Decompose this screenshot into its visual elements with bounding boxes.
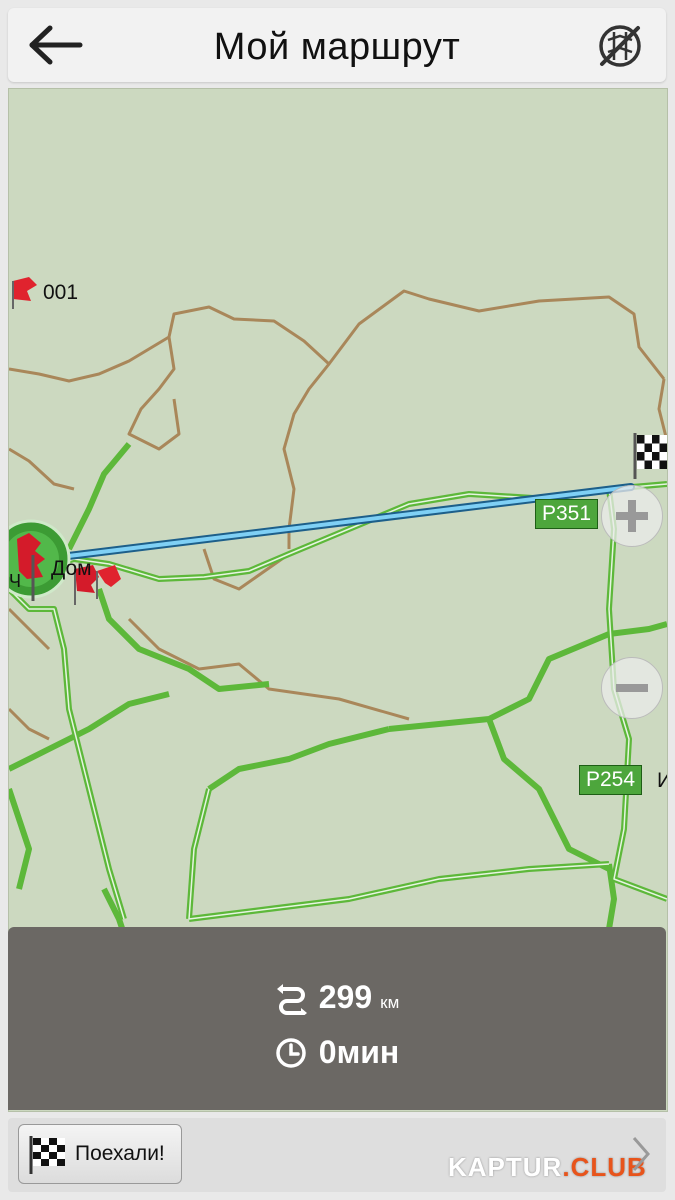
route-time-value: 0мин <box>318 1034 400 1070</box>
zoom-in-button[interactable] <box>601 485 663 547</box>
route-distance-unit: км <box>380 993 400 1012</box>
map-label-home: Дом <box>51 557 92 580</box>
bottom-bar: Поехали! KAPTUR.CLUB <box>8 1118 666 1192</box>
watermark-logo: KAPTUR.CLUB <box>448 1152 647 1183</box>
plus-icon <box>616 500 648 532</box>
finish-flag-icon[interactable] <box>631 431 667 481</box>
road-label-p254: P254 <box>579 765 643 795</box>
chevron-right-icon[interactable] <box>630 1134 652 1174</box>
go-button[interactable]: Поехали! <box>18 1124 182 1184</box>
no-map-icon[interactable] <box>594 22 646 70</box>
page-title: Мой маршрут <box>213 26 461 68</box>
map-label-edge-right: И <box>657 769 667 793</box>
route-summary-panel: 299 км 0мин <box>8 927 666 1110</box>
watermark-main: KAPTUR <box>448 1152 563 1182</box>
zoom-out-button[interactable] <box>601 657 663 719</box>
minus-icon <box>616 684 648 692</box>
route-distance-value: 299 <box>318 979 373 1015</box>
map-label-001: 001 <box>43 281 79 304</box>
map-label-edge-left: Ч <box>9 571 21 591</box>
clock-icon <box>276 1037 306 1068</box>
road-label-p351: P351 <box>535 499 599 529</box>
checkered-flag-icon <box>29 1136 65 1174</box>
flag-marker-icon <box>12 277 37 309</box>
route-icon <box>276 983 307 1015</box>
top-bar: Мой маршрут <box>8 8 666 82</box>
go-button-label: Поехали! <box>75 1142 165 1165</box>
